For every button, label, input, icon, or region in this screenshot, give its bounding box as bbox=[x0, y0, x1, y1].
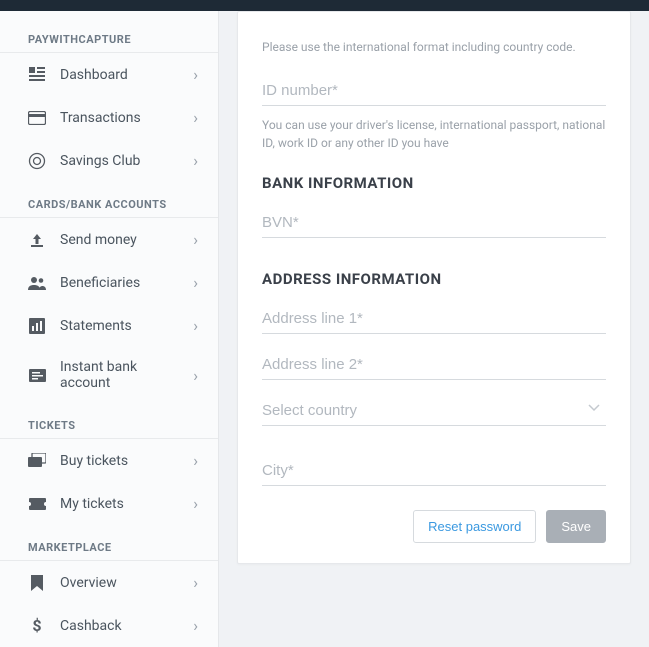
section-heading-cards-bank: CARDS/BANK ACCOUNTS bbox=[0, 192, 218, 218]
sidebar-item-label: Dashboard bbox=[60, 67, 179, 83]
sidebar-item-label: Transactions bbox=[60, 110, 179, 126]
sidebar-item-transactions[interactable]: Transactions › bbox=[0, 96, 218, 139]
people-icon bbox=[28, 274, 46, 292]
sidebar-item-beneficiaries[interactable]: Beneficiaries › bbox=[0, 261, 218, 304]
sidebar-item-savings-club[interactable]: Savings Club › bbox=[0, 139, 218, 182]
svg-text:$: $ bbox=[32, 617, 41, 635]
main-content: Please use the international format incl… bbox=[219, 11, 649, 647]
sidebar-item-label: Send money bbox=[60, 232, 179, 248]
chevron-right-icon: › bbox=[193, 230, 198, 249]
id-number-field[interactable] bbox=[262, 74, 606, 106]
sidebar-item-overview[interactable]: Overview › bbox=[0, 561, 218, 604]
sidebar-item-label: Beneficiaries bbox=[60, 275, 179, 291]
address-section-title: ADDRESS INFORMATION bbox=[262, 270, 606, 288]
sidebar-item-buy-tickets[interactable]: Buy tickets › bbox=[0, 439, 218, 482]
address-line-1-field[interactable] bbox=[262, 302, 606, 334]
section-heading-paywithcapture: PAYWITHCAPTURE bbox=[0, 27, 218, 53]
chart-icon bbox=[28, 317, 46, 335]
chevron-right-icon: › bbox=[193, 494, 198, 513]
sidebar-item-label: Buy tickets bbox=[60, 453, 179, 469]
address-line-2-field[interactable] bbox=[262, 348, 606, 380]
bank-section-title: BANK INFORMATION bbox=[262, 174, 606, 192]
phone-help-text: Please use the international format incl… bbox=[262, 38, 606, 56]
sidebar: PAYWITHCAPTURE Dashboard › Transactions … bbox=[0, 11, 219, 647]
section-heading-tickets: TICKETS bbox=[0, 413, 218, 439]
savings-icon bbox=[28, 152, 46, 170]
chevron-right-icon: › bbox=[193, 573, 198, 592]
sidebar-item-cashback[interactable]: $ Cashback › bbox=[0, 604, 218, 647]
sidebar-item-send-money[interactable]: Send money › bbox=[0, 218, 218, 261]
save-button[interactable]: Save bbox=[546, 510, 606, 543]
sidebar-item-dashboard[interactable]: Dashboard › bbox=[0, 53, 218, 96]
sidebar-item-label: Cashback bbox=[60, 618, 179, 634]
top-bar bbox=[0, 0, 649, 11]
reset-password-button[interactable]: Reset password bbox=[413, 510, 536, 543]
section-heading-marketplace: MARKETPLACE bbox=[0, 535, 218, 561]
sidebar-item-label: Overview bbox=[60, 575, 179, 591]
sidebar-item-label: My tickets bbox=[60, 496, 179, 512]
sidebar-item-instant-bank[interactable]: Instant bank account › bbox=[0, 347, 218, 403]
bookmark-icon bbox=[28, 574, 46, 592]
sidebar-item-label: Savings Club bbox=[60, 153, 179, 169]
tickets-icon bbox=[28, 452, 46, 470]
form-card: Please use the international format incl… bbox=[237, 11, 631, 564]
upload-icon bbox=[28, 231, 46, 249]
chevron-right-icon: › bbox=[193, 151, 198, 170]
chevron-right-icon: › bbox=[193, 108, 198, 127]
city-field[interactable] bbox=[262, 454, 606, 486]
bvn-field[interactable] bbox=[262, 206, 606, 238]
chevron-right-icon: › bbox=[193, 366, 198, 385]
sidebar-item-my-tickets[interactable]: My tickets › bbox=[0, 482, 218, 525]
dashboard-icon bbox=[28, 66, 46, 84]
chevron-right-icon: › bbox=[193, 616, 198, 635]
chevron-right-icon: › bbox=[193, 65, 198, 84]
sidebar-item-label: Statements bbox=[60, 318, 179, 334]
id-help-text: You can use your driver's license, inter… bbox=[262, 116, 606, 152]
sidebar-item-label: Instant bank account bbox=[60, 359, 179, 391]
ticket-icon bbox=[28, 495, 46, 513]
card-icon bbox=[28, 109, 46, 127]
country-select[interactable] bbox=[262, 394, 606, 426]
cheque-icon bbox=[28, 366, 46, 384]
chevron-right-icon: › bbox=[193, 451, 198, 470]
sidebar-item-statements[interactable]: Statements › bbox=[0, 304, 218, 347]
dollar-icon: $ bbox=[28, 617, 46, 635]
chevron-right-icon: › bbox=[193, 273, 198, 292]
chevron-right-icon: › bbox=[193, 316, 198, 335]
